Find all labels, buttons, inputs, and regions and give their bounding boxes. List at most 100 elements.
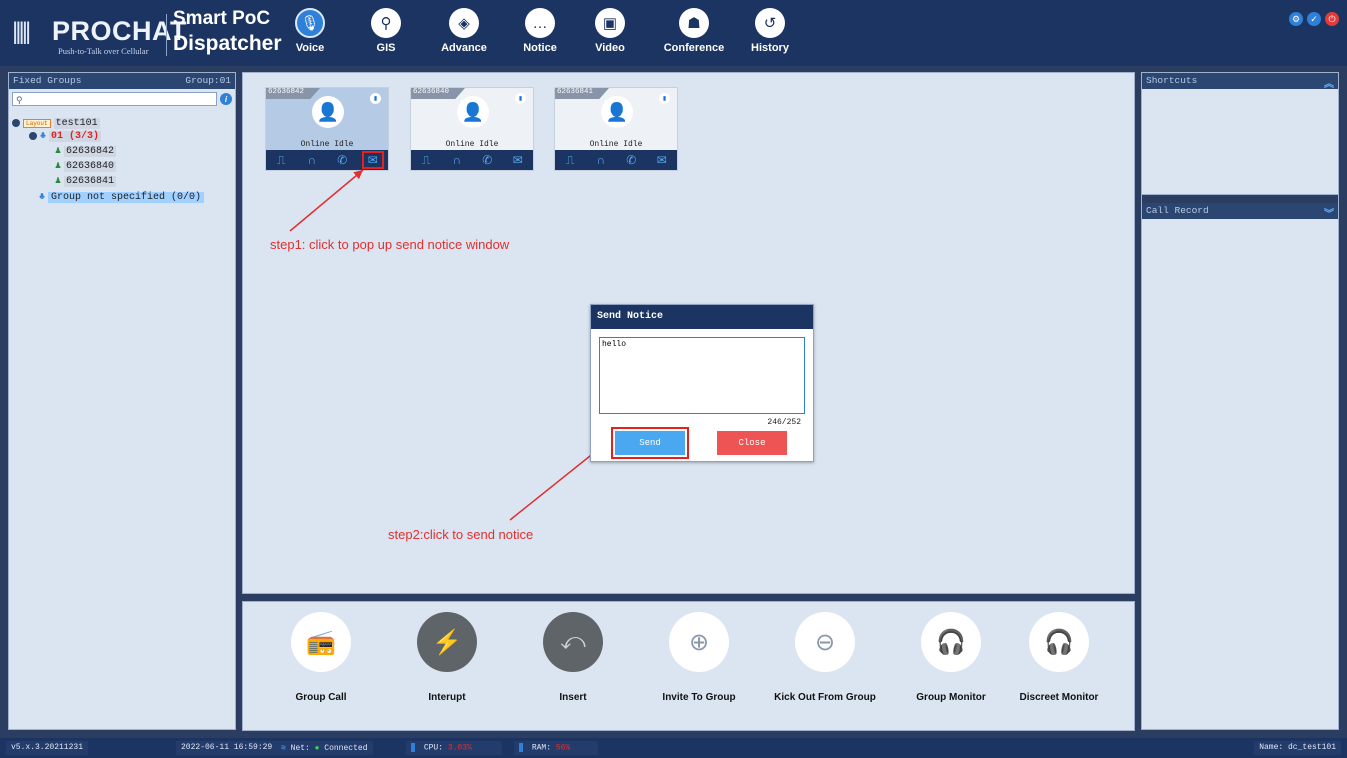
call-actions-panel: 📻 Group Call ⚡ Interupt ⤺ Insert ⊕ Invit…	[242, 601, 1135, 731]
sound-wave-icon: |||||	[12, 18, 31, 45]
kick-out-from-group-button[interactable]: ⊖ Kick Out From Group	[755, 612, 895, 703]
mail-icon[interactable]: ✉	[509, 153, 527, 167]
cpu-status: CPU: 3.03%	[406, 741, 502, 755]
signal-icon: ▮	[370, 93, 381, 104]
call-record-title: Call Record	[1146, 205, 1209, 216]
top-bar: ||||| PROCHAT Push-to-Talk over Cellular…	[0, 0, 1347, 66]
card-actions: ⎍ ∩ ✆ ✉	[555, 150, 677, 170]
card-status: Online Idle	[300, 140, 354, 149]
headset-icon[interactable]: ∩	[303, 153, 321, 167]
call-record-header[interactable]: Call Record ︾	[1142, 203, 1338, 221]
chevron-down-icon[interactable]: ︾	[1324, 205, 1334, 221]
status-check-icon[interactable]: ✓	[1307, 12, 1321, 26]
group-call-button[interactable]: 📻 Group Call	[251, 612, 391, 703]
app-title-line1: Smart PoC	[173, 8, 271, 29]
chat-bubble-icon: …	[525, 8, 555, 38]
power-icon[interactable]: ⏻	[1325, 12, 1339, 26]
tab-gis[interactable]: ⚲ GIS	[346, 8, 426, 64]
app-title-line2: Dispatcher	[173, 32, 282, 55]
group-label: 01 (3/3)	[49, 130, 102, 142]
map-pin-icon: ⚲	[371, 8, 401, 38]
tab-history[interactable]: ↺ History	[730, 8, 810, 64]
card-actions: ⎍ ∩ ✆ ✉	[411, 150, 533, 170]
mail-icon[interactable]: ✉	[361, 151, 384, 169]
tree-group-01[interactable]: ♣ 01 (3/3)	[29, 130, 102, 142]
action-label: Insert	[559, 692, 587, 703]
tab-voice[interactable]: 🎙 Voice	[270, 8, 350, 64]
ptt-icon[interactable]: ⎍	[561, 153, 579, 168]
collapse-icon[interactable]	[29, 132, 37, 140]
net-value: Connected	[324, 744, 368, 753]
remove-user-icon: ⊖	[795, 612, 855, 672]
tab-advance[interactable]: ◈ Advance	[424, 8, 504, 64]
search-icon: ⚲	[16, 95, 23, 105]
app-logo: ||||| PROCHAT Push-to-Talk over Cellular…	[8, 6, 282, 60]
invite-to-group-button[interactable]: ⊕ Invite To Group	[629, 612, 769, 703]
user-name: Name: dc_test101	[1254, 741, 1341, 755]
tab-video[interactable]: ▣ Video	[570, 8, 650, 64]
tab-notice[interactable]: … Notice	[500, 8, 580, 64]
headset-icon[interactable]: ∩	[448, 153, 466, 167]
headset-icon: 🎧	[921, 612, 981, 672]
fixed-groups-title: Fixed Groups	[13, 75, 82, 86]
cpu-bar-icon	[411, 743, 415, 752]
tree-root[interactable]: Layout test101	[12, 117, 100, 129]
ptt-icon[interactable]: ⎍	[272, 153, 290, 168]
step1-annotation: step1: click to pop up send notice windo…	[270, 237, 510, 252]
conference-icon: ☗	[679, 8, 709, 38]
layout-badge: Layout	[23, 118, 51, 128]
notice-message-input[interactable]: hello	[599, 337, 805, 414]
fixed-groups-panel: Fixed Groups Group:01 i ⚲ Layout test101…	[8, 72, 236, 730]
mail-icon[interactable]: ✉	[653, 153, 671, 167]
member-card[interactable]: 62636841 ▮ 👤 Online Idle ⎍ ∩ ✆ ✉	[554, 87, 678, 171]
close-button[interactable]: Close	[717, 431, 787, 455]
group-icon: ♣	[39, 191, 46, 203]
headset-icon: 🎧	[1029, 612, 1089, 672]
info-icon[interactable]: i	[220, 93, 232, 105]
member-card[interactable]: 62636842 ▮ 👤 Online Idle ⎍ ∩ ✆ ✉	[265, 87, 389, 171]
group-count: Group:01	[185, 75, 231, 86]
action-label: Group Call	[295, 692, 347, 703]
datetime-text: 2022-06-11 16:59:29	[176, 741, 278, 755]
phone-icon[interactable]: ✆	[333, 153, 351, 167]
member-card[interactable]: 62636840 ▮ 👤 Online Idle ⎍ ∩ ✆ ✉	[410, 87, 534, 171]
signal-icon: ▮	[659, 93, 670, 104]
group-search-input[interactable]	[12, 92, 218, 106]
dialog-title: Send Notice	[591, 305, 813, 329]
net-label: Net:	[290, 744, 310, 753]
tab-conference[interactable]: ☗ Conference	[654, 8, 734, 64]
send-button[interactable]: Send	[611, 427, 689, 459]
net-status: ≋ Net: ● Connected	[276, 741, 373, 755]
interrupt-icon: ⚡	[417, 612, 477, 672]
headset-icon[interactable]: ∩	[592, 153, 610, 167]
phone-icon[interactable]: ✆	[478, 153, 496, 167]
right-sidebar: Shortcuts ︽ Call Record ︾	[1141, 72, 1339, 730]
video-icon: ▣	[595, 8, 625, 38]
card-actions: ⎍ ∩ ✆ ✉	[266, 150, 388, 170]
insert-button[interactable]: ⤺ Insert	[503, 612, 643, 703]
user-icon: ♟	[55, 161, 62, 172]
action-label: Kick Out From Group	[774, 692, 876, 703]
member-number: 62636842	[64, 145, 117, 157]
ram-status: RAM: 56%	[514, 741, 598, 755]
avatar-icon: 👤	[312, 96, 344, 128]
collapse-icon[interactable]	[12, 119, 20, 127]
ram-value: 56%	[555, 743, 571, 753]
tree-member[interactable]: ♟ 62636842	[55, 145, 117, 157]
discreet-monitor-button[interactable]: 🎧 Discreet Monitor	[989, 612, 1129, 703]
phone-icon[interactable]: ✆	[622, 153, 640, 167]
character-counter: 246/252	[767, 418, 801, 427]
insert-icon: ⤺	[543, 612, 603, 672]
tab-label: Notice	[523, 42, 557, 54]
tab-label: History	[751, 42, 789, 54]
tree-member[interactable]: ♟ 62636841	[55, 175, 117, 187]
shortcuts-header[interactable]: Shortcuts ︽	[1142, 73, 1338, 91]
tree-member[interactable]: ♟ 62636840	[55, 160, 117, 172]
tab-label: Voice	[295, 42, 325, 54]
chevron-up-icon[interactable]: ︽	[1324, 75, 1334, 91]
settings-icon[interactable]: ⚙	[1289, 12, 1303, 26]
card-status: Online Idle	[589, 140, 643, 149]
ptt-icon[interactable]: ⎍	[417, 153, 435, 168]
tree-unassigned-group[interactable]: ♣ Group not specified (0/0)	[39, 191, 205, 203]
interupt-button[interactable]: ⚡ Interupt	[377, 612, 517, 703]
